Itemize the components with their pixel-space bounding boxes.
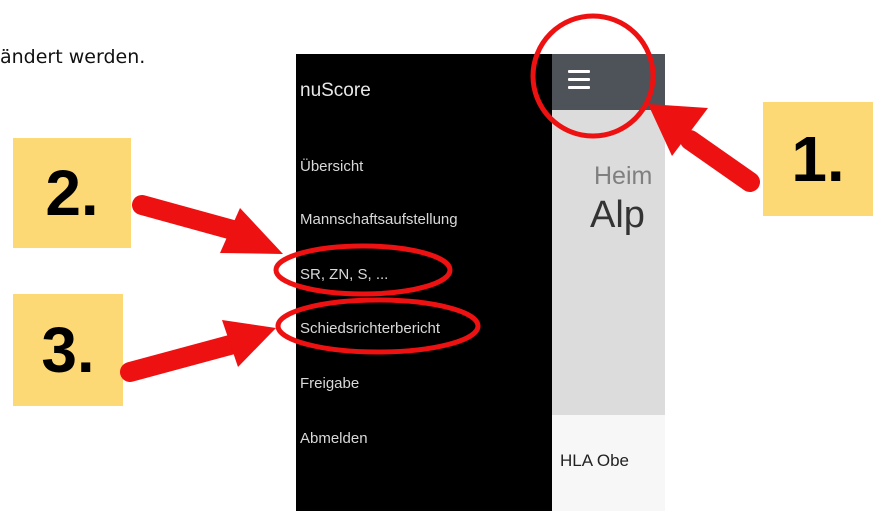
annotation-label-3: 3. (13, 294, 123, 406)
hamburger-menu-icon[interactable] (568, 70, 590, 90)
nav-item-abmelden[interactable]: Abmelden (300, 430, 368, 447)
league-name: HLA Obe (560, 451, 629, 470)
team-name: Alp (590, 194, 645, 236)
annotation-label-1: 1. (763, 102, 873, 216)
nav-item-sr-zn-s[interactable]: SR, ZN, S, ... (300, 266, 388, 283)
match-header: Heim Alp (552, 110, 665, 415)
annotation-label-2: 2. (13, 138, 131, 248)
nav-item-uebersicht[interactable]: Übersicht (300, 158, 363, 175)
nav-drawer: nuScore Übersicht Mannschaftsaufstellung… (296, 54, 552, 511)
main-content: Heim Alp HLA Obe (552, 54, 665, 511)
arrow-2 (132, 195, 283, 254)
document-text: ändert werden. (0, 46, 146, 68)
nav-item-mannschaftsaufstellung[interactable]: Mannschaftsaufstellung (300, 211, 458, 228)
nav-item-schiedsrichterbericht[interactable]: Schiedsrichterbericht (300, 320, 440, 337)
home-label: Heim (594, 162, 653, 190)
nav-item-freigabe[interactable]: Freigabe (300, 375, 359, 392)
app-brand: nuScore (300, 80, 371, 101)
arrow-3 (120, 320, 276, 382)
league-card[interactable]: HLA Obe (552, 415, 665, 511)
phone-screenshot: nuScore Übersicht Mannschaftsaufstellung… (296, 54, 665, 511)
top-bar (552, 54, 665, 110)
